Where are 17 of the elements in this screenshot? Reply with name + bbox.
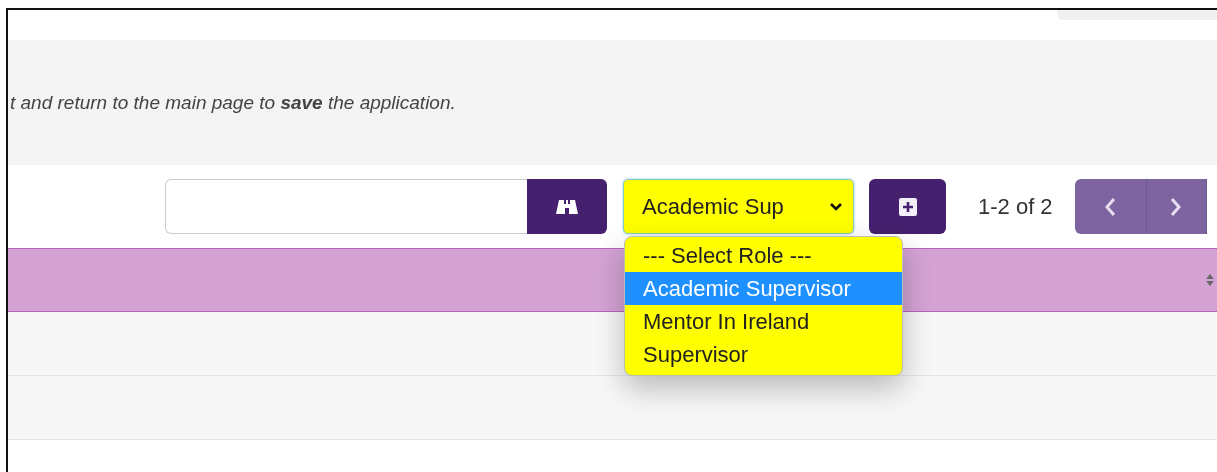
role-select[interactable]: Academic Sup: [623, 179, 854, 234]
next-page-button[interactable]: [1146, 179, 1207, 234]
chevron-down-icon: [829, 201, 843, 212]
page-range: 1-2 of 2: [978, 193, 1053, 220]
role-option[interactable]: Mentor In Ireland: [625, 305, 902, 338]
notice-text: t and return to the main page to save the application.: [10, 91, 456, 114]
add-button[interactable]: [869, 179, 946, 234]
previous-page-button[interactable]: [1074, 179, 1147, 234]
search-button[interactable]: [527, 179, 607, 234]
sort-icon[interactable]: [1205, 272, 1215, 288]
search-field[interactable]: [165, 179, 527, 234]
chevron-right-icon: [1170, 196, 1183, 217]
role-option[interactable]: --- Select Role ---: [625, 239, 902, 272]
plus-icon: [898, 197, 917, 216]
role-option[interactable]: Supervisor: [625, 338, 902, 371]
chevron-left-icon: [1104, 196, 1117, 217]
binoculars-icon: [556, 197, 578, 216]
